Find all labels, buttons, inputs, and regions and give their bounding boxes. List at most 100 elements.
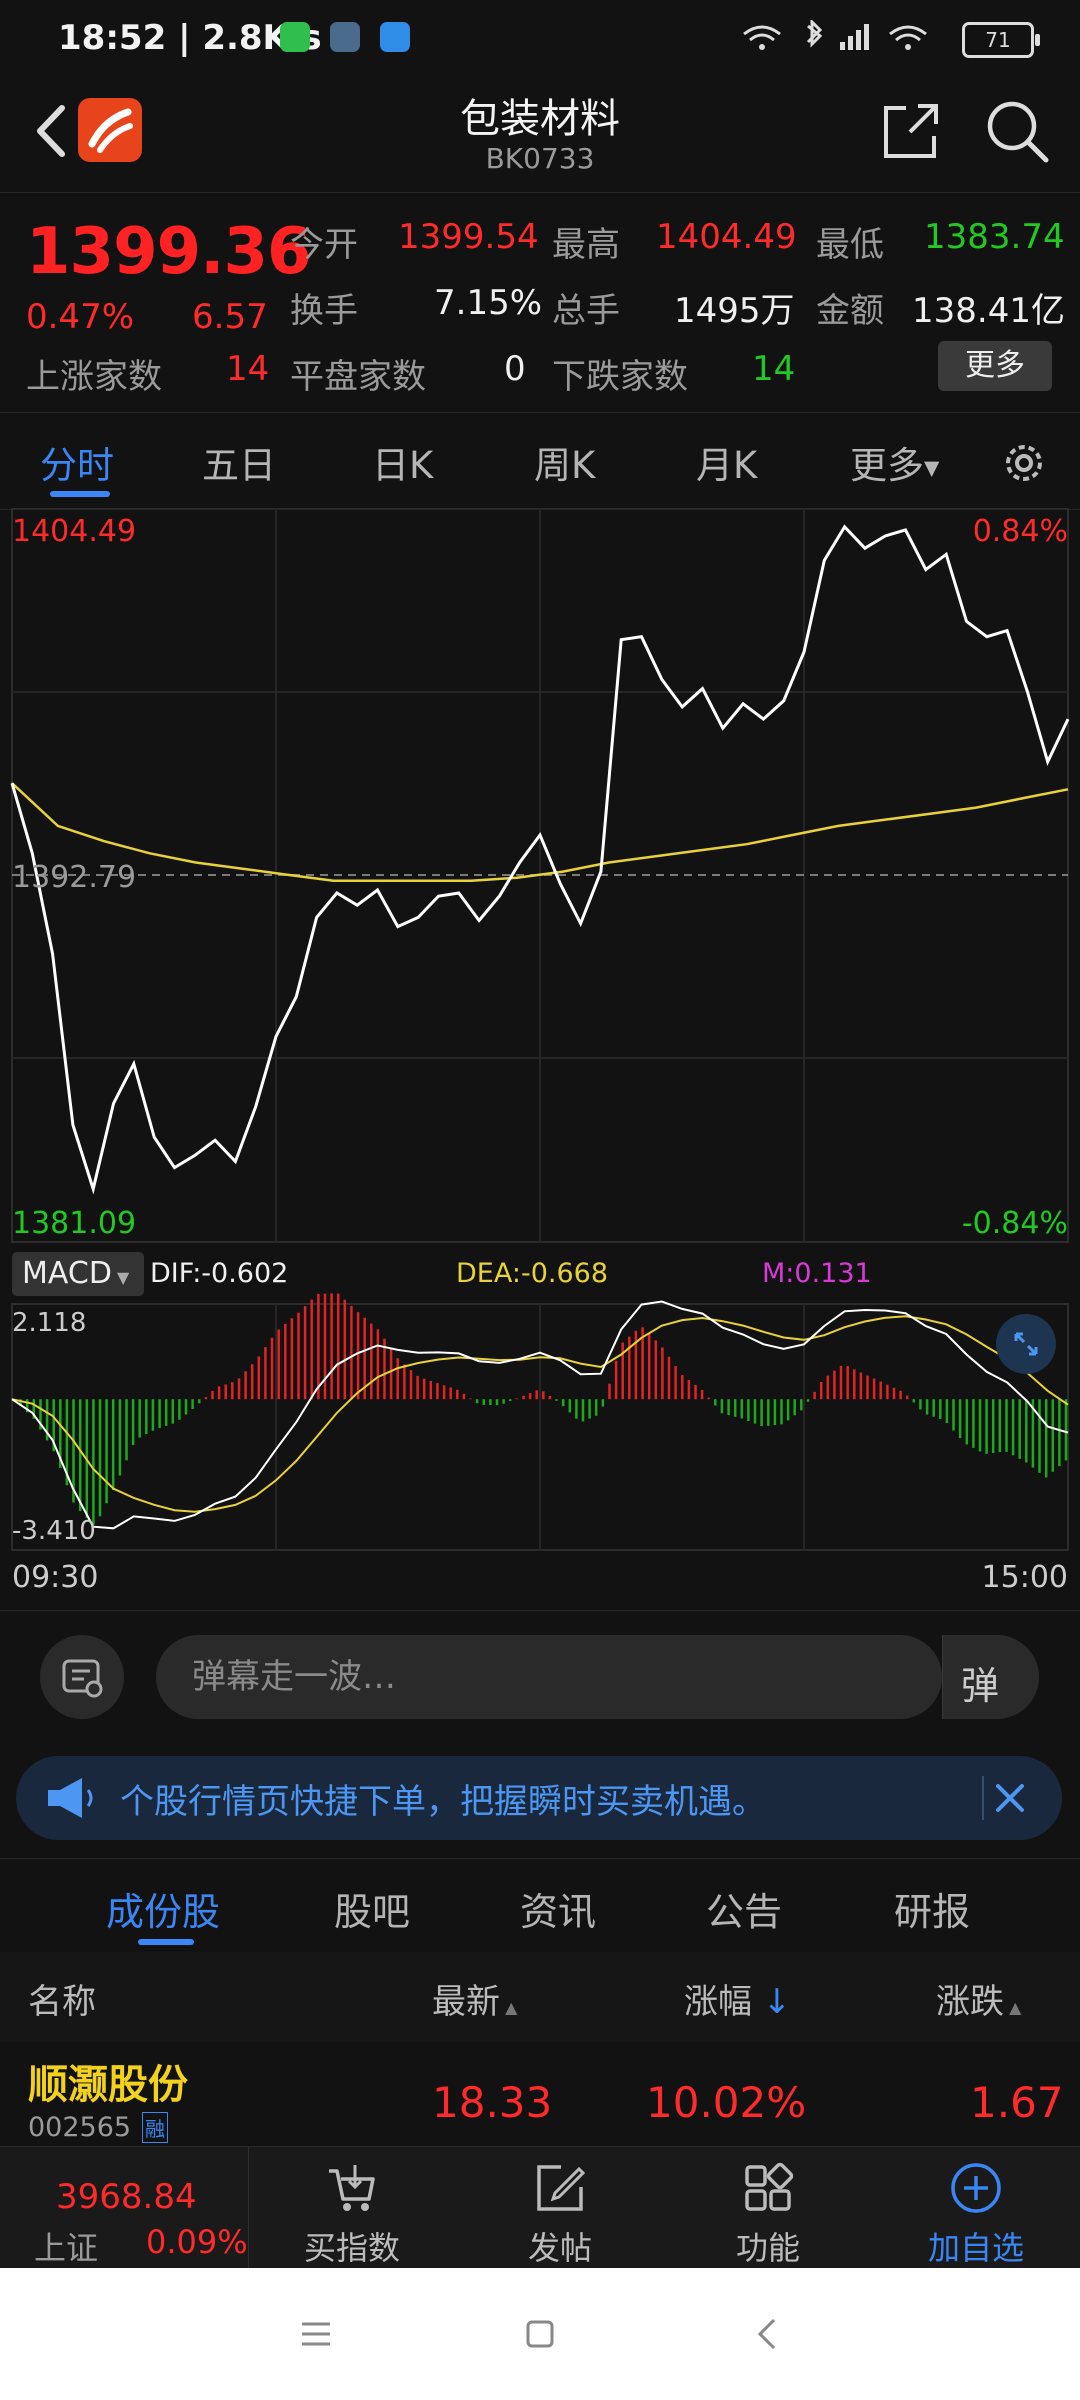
macd-axis-top: 2.118	[12, 1308, 87, 1338]
column-change[interactable]: 涨跌 ▲	[936, 1974, 1021, 2023]
sort-icon: ▲	[500, 1998, 518, 2017]
menu-icon[interactable]	[296, 2314, 336, 2354]
functions-button[interactable]: 功能	[668, 2147, 868, 2269]
price-axis-bottom: 1381.09	[12, 1206, 137, 1241]
down-count: 14	[752, 349, 796, 389]
system-nav-bar	[0, 2268, 1080, 2400]
megaphone-icon	[48, 1778, 93, 1818]
price-axis-top: 1404.49	[12, 514, 137, 549]
turnover-label: 换手	[290, 291, 358, 331]
sort-down-arrow-icon: ↓	[752, 1982, 792, 2022]
expand-icon	[1014, 1332, 1038, 1356]
column-name: 名称	[28, 1982, 96, 2022]
tab-more[interactable]: 更多▼	[850, 435, 939, 489]
edit-icon	[537, 2165, 586, 2211]
column-latest[interactable]: 最新 ▲	[432, 1974, 517, 2023]
tab-forum[interactable]: 股吧	[334, 1881, 410, 1936]
dropdown-caret-icon: ▼	[111, 1268, 130, 1287]
volume-label: 总手	[552, 291, 620, 331]
settings-notification-icon	[330, 22, 360, 52]
battery-indicator: 71	[962, 22, 1040, 58]
tab-monthly-k[interactable]: 月K	[696, 435, 757, 489]
tab-research[interactable]: 研报	[894, 1881, 970, 1936]
functions-label: 功能	[735, 2229, 800, 2267]
status-bar: 18:52 | 2.8K/s 71	[0, 0, 1080, 76]
low-label: 最低	[816, 225, 884, 265]
close-icon[interactable]	[980, 1768, 1040, 1828]
sort-icon: ▲	[1004, 1998, 1022, 2017]
back-nav-icon[interactable]	[748, 2314, 788, 2354]
period-tabs: 分时 五日 日K 周K 月K 更多▼	[0, 412, 1080, 510]
index-percent: 0.09%	[146, 2223, 248, 2261]
change-value: 6.57	[192, 297, 268, 337]
low-value: 1383.74	[924, 217, 1065, 257]
danmaku-toggle[interactable]: 弹	[942, 1635, 1039, 1719]
post-button[interactable]: 发帖	[460, 2147, 660, 2269]
signal-icons	[743, 20, 927, 50]
up-count: 14	[226, 349, 270, 389]
stock-code: 002565	[28, 2112, 132, 2143]
margin-badge: 融	[142, 2112, 168, 2143]
gear-icon[interactable]	[998, 437, 1050, 489]
add-watchlist-label: 加自选	[927, 2229, 1024, 2267]
up-count-label: 上涨家数	[26, 357, 162, 397]
tab-intraday[interactable]: 分时	[40, 435, 114, 489]
list-settings-icon	[62, 1659, 103, 1698]
tab-news[interactable]: 资讯	[520, 1881, 596, 1936]
bottom-toolbar: 3968.84 上证 0.09% 买指数 发帖 功能 加自选	[0, 2146, 1080, 2269]
active-tab-indicator	[138, 1939, 194, 1945]
danmaku-bar: 弹幕走一波… 弹	[0, 1610, 1080, 1741]
time-axis-start: 09:30	[12, 1560, 99, 1595]
share-icon[interactable]	[880, 100, 942, 162]
down-count-label: 下跌家数	[552, 357, 688, 397]
header: 包装材料 BK0733	[0, 76, 1080, 192]
price-chart	[10, 508, 1070, 1551]
more-button[interactable]: 更多	[938, 341, 1052, 391]
open-value: 1399.54	[398, 217, 539, 257]
table-row[interactable]: 顺灏股份 002565 融 18.33 10.02% 1.67	[0, 2042, 1080, 2146]
high-value: 1404.49	[656, 217, 797, 257]
dif-readout: DIF:-0.602	[150, 1258, 289, 1289]
change-percent: 0.47%	[26, 297, 135, 337]
index-ticker[interactable]: 3968.84 上证 0.09%	[0, 2147, 249, 2269]
post-label: 发帖	[527, 2229, 592, 2267]
pct-axis-bottom: -0.84%	[961, 1206, 1068, 1241]
buy-index-button[interactable]: 买指数	[252, 2147, 452, 2269]
price-axis-mid: 1392.79	[12, 860, 137, 895]
grid-icon	[745, 2162, 794, 2211]
active-tab-indicator	[50, 491, 110, 497]
stock-name: 顺灏股份	[28, 2062, 188, 2108]
table-header: 名称 最新 ▲ 涨幅 ↓ 涨跌 ▲	[0, 1952, 1080, 2042]
volume-value: 1495万	[674, 291, 795, 331]
add-watchlist-button[interactable]: 加自选	[876, 2147, 1076, 2269]
high-label: 最高	[552, 225, 620, 265]
tab-daily-k[interactable]: 日K	[372, 435, 433, 489]
home-icon[interactable]	[520, 2314, 560, 2354]
stock-change: 1.67	[970, 2078, 1064, 2127]
cart-icon	[329, 2165, 375, 2211]
stock-percent: 10.02%	[646, 2078, 807, 2127]
danmaku-list-button[interactable]	[40, 1635, 124, 1719]
app-notification-icon	[280, 22, 310, 52]
promo-banner[interactable]: 个股行情页快捷下单，把握瞬时买卖机遇。	[16, 1756, 1062, 1840]
m-readout: M:0.131	[762, 1258, 872, 1289]
dea-readout: DEA:-0.668	[456, 1258, 608, 1289]
indicator-selector[interactable]: MACD ▼	[12, 1252, 144, 1296]
tab-announcements[interactable]: 公告	[706, 1881, 782, 1936]
flat-count-label: 平盘家数	[290, 357, 426, 397]
turnover-value: 7.15%	[434, 283, 543, 323]
stock-latest: 18.33	[432, 2078, 553, 2127]
content-tabs: 成份股 股吧 资讯 公告 研报	[0, 1858, 1080, 1953]
quote-panel: 1399.36 0.47% 6.57 上涨家数 14 今开 1399.54 最高…	[0, 192, 1080, 413]
column-percent[interactable]: 涨幅 ↓	[684, 1974, 791, 2023]
tab-constituents[interactable]: 成份股	[106, 1881, 220, 1936]
danmaku-input[interactable]: 弹幕走一波…	[156, 1635, 942, 1719]
tab-five-day[interactable]: 五日	[202, 435, 276, 489]
pct-axis-top: 0.84%	[972, 514, 1068, 549]
expand-chart-button[interactable]	[996, 1314, 1056, 1374]
chart-area[interactable]: 1404.49 0.84% 1392.79 1381.09 -0.84% MAC…	[0, 508, 1080, 1608]
search-icon[interactable]	[984, 98, 1050, 164]
tab-weekly-k[interactable]: 周K	[534, 435, 595, 489]
amount-value: 138.41亿	[912, 291, 1065, 331]
message-notification-icon	[380, 22, 410, 52]
